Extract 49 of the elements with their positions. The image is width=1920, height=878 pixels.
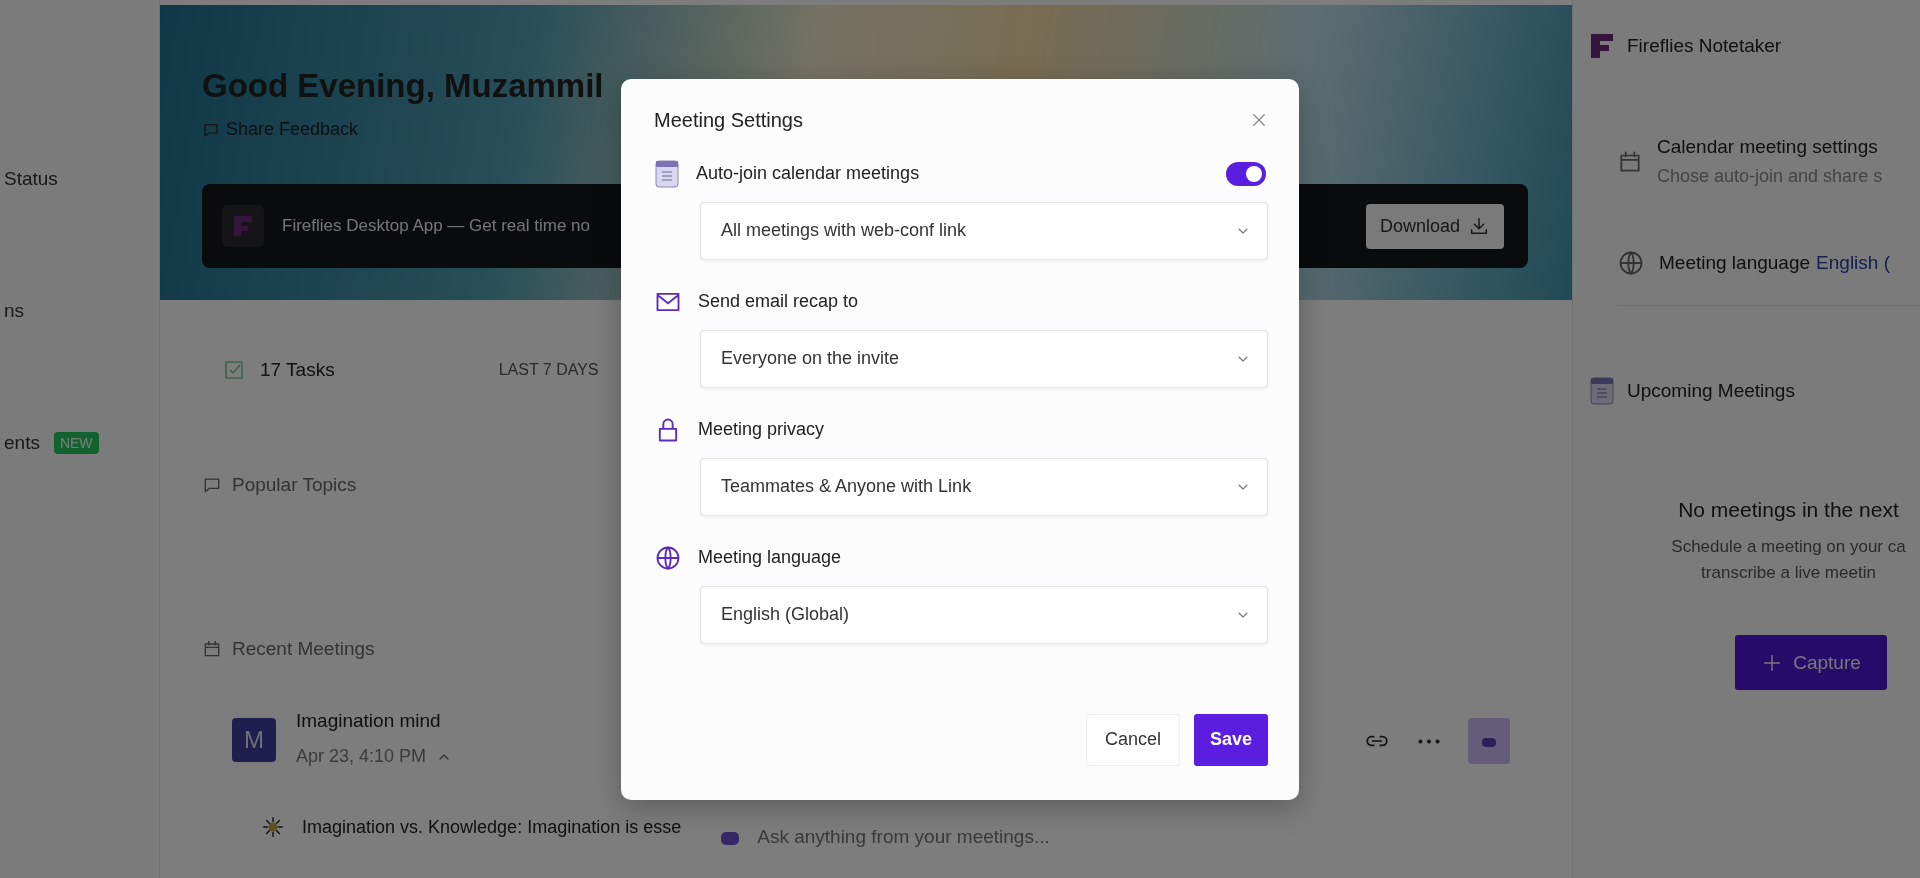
- setting-title[interactable]: Calendar meeting settings: [1657, 136, 1883, 158]
- setting-title: Meeting language: [1659, 252, 1811, 273]
- section-title: Popular Topics: [232, 474, 357, 496]
- panel-title: Fireflies Notetaker: [1627, 35, 1782, 57]
- tasks-count: 17 Tasks: [260, 359, 335, 381]
- calendar-icon: [1617, 148, 1643, 175]
- section-title: Recent Meetings: [232, 638, 375, 660]
- more-icon[interactable]: [1418, 738, 1440, 744]
- setting-label: Send email recap to: [698, 291, 860, 312]
- dropdown-select[interactable]: All meetings with web-conf link: [700, 201, 1268, 260]
- greeting-heading: Good Evening, Muzammil: [202, 67, 605, 105]
- sidebar-item[interactable]: ns: [4, 300, 25, 322]
- sparkle-icon: [262, 816, 284, 838]
- close-icon[interactable]: [1250, 111, 1268, 129]
- banner-text: Fireflies Desktop App — Get real time no: [282, 216, 591, 236]
- language-link[interactable]: English (: [1816, 252, 1890, 273]
- dropdown-select[interactable]: Teammates & Anyone with Link: [700, 457, 1268, 516]
- setting-label: Meeting privacy: [698, 419, 826, 440]
- calendar-icon: [1589, 376, 1615, 406]
- setting-subtitle: Chose auto-join and share s: [1657, 166, 1883, 187]
- section-title: Upcoming Meetings: [1627, 380, 1795, 402]
- download-button[interactable]: Download: [1365, 203, 1504, 249]
- dialog-title: Meeting Settings: [654, 108, 803, 132]
- sidebar-item[interactable]: Status: [4, 168, 58, 190]
- new-badge: NEW: [53, 432, 99, 454]
- download-icon: [1468, 215, 1490, 237]
- period-label: LAST 7 DAYS: [498, 361, 599, 379]
- calendar-icon: [654, 158, 680, 189]
- empty-title: No meetings in the next: [1678, 498, 1899, 522]
- save-button[interactable]: Save: [1193, 713, 1268, 766]
- dropdown-select[interactable]: English (Global): [700, 585, 1268, 644]
- avatar: M: [232, 718, 276, 762]
- cancel-button[interactable]: Cancel: [1085, 713, 1180, 766]
- sidebar-item[interactable]: ents: [4, 432, 40, 454]
- fireflies-logo-icon: [222, 205, 264, 247]
- checkbox-icon: [222, 358, 246, 382]
- dropdown-select[interactable]: Everyone on the invite: [700, 329, 1268, 388]
- toggle-switch[interactable]: [1226, 161, 1266, 186]
- meeting-title[interactable]: Imagination mind: [296, 710, 453, 732]
- setting-label: Auto-join calendar meetings: [696, 163, 921, 184]
- chat-input[interactable]: Ask anything from your meetings...: [755, 825, 1180, 849]
- globe-icon: [1617, 249, 1645, 277]
- setting-label: Meeting language: [698, 547, 843, 568]
- meeting-date: Apr 23, 4:10 PM: [296, 746, 427, 767]
- meeting-summary: Imagination vs. Knowledge: Imagination is esse: [302, 816, 682, 838]
- empty-message: Schedule a meeting on your ca transcribe a live meetin: [1671, 536, 1906, 584]
- capture-button[interactable]: Capture: [1735, 635, 1887, 690]
- calendar-icon: [202, 639, 222, 659]
- fireflies-logo-icon: [1589, 32, 1615, 60]
